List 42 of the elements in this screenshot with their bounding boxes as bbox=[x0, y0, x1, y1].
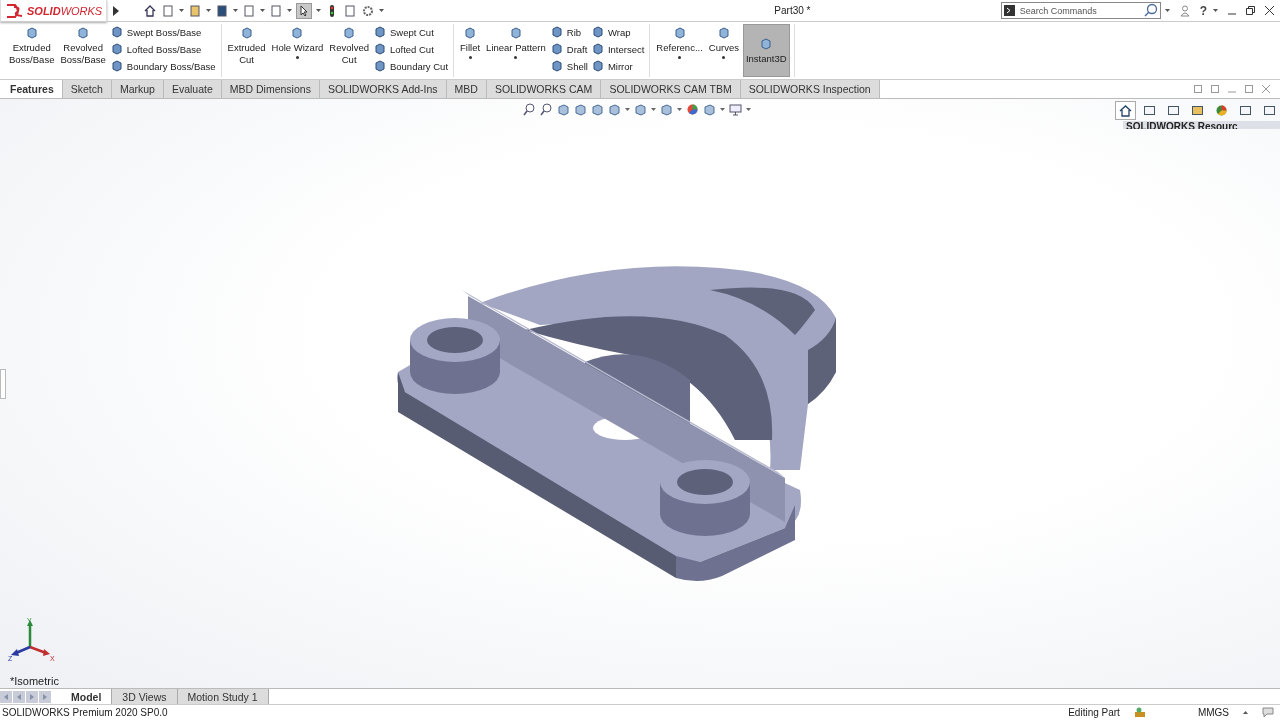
ribbon-command[interactable]: Mirror bbox=[590, 58, 646, 74]
command-tab[interactable]: Evaluate bbox=[163, 80, 222, 98]
status-text: SOLIDWORKS Premium 2020 SP0.0 bbox=[2, 707, 168, 718]
ribbon-command[interactable]: Intersect bbox=[590, 41, 646, 57]
ribbon-command[interactable]: Revolved Cut bbox=[327, 24, 371, 77]
command-tab[interactable]: SOLIDWORKS CAM TBM bbox=[601, 80, 741, 98]
ribbon-command[interactable]: Rib bbox=[549, 24, 589, 40]
ribbon-command[interactable]: Referenc... bbox=[654, 24, 705, 77]
command-tab[interactable]: MBD Dimensions bbox=[221, 80, 320, 98]
ribbon-command[interactable]: Boundary Cut bbox=[372, 58, 450, 74]
command-tab[interactable]: Markup bbox=[111, 80, 164, 98]
status-text: Editing Part bbox=[1068, 707, 1120, 718]
ribbon-command[interactable]: Lofted Boss/Base bbox=[109, 41, 217, 57]
ribbon-command[interactable]: Draft bbox=[549, 41, 589, 57]
ribbon-command[interactable]: Wrap bbox=[590, 24, 646, 40]
model-tab[interactable]: 3D Views bbox=[112, 689, 178, 704]
command-tab[interactable]: SOLIDWORKS Inspection bbox=[740, 80, 880, 98]
command-tab[interactable]: SOLIDWORKS CAM bbox=[486, 80, 602, 98]
ribbon-command[interactable]: Boundary Boss/Base bbox=[109, 58, 217, 74]
ribbon-command[interactable]: Instant3D bbox=[742, 24, 790, 77]
model-tab[interactable]: Motion Study 1 bbox=[177, 689, 269, 704]
window-title: Part30 * bbox=[773, 5, 812, 16]
ribbon-command[interactable]: Extruded Boss/Base bbox=[7, 24, 57, 77]
command-tab[interactable]: Sketch bbox=[62, 80, 112, 98]
unit-system[interactable]: MMGS bbox=[1197, 707, 1229, 718]
logo[interactable]: SOLIDWORKS bbox=[0, 0, 108, 22]
ribbon-command[interactable]: Lofted Cut bbox=[372, 41, 450, 57]
ribbon-command[interactable]: Revolved Boss/Base bbox=[58, 24, 108, 77]
ribbon-command[interactable]: Curves bbox=[706, 24, 741, 77]
help-button[interactable]: ? bbox=[1197, 3, 1209, 18]
search-field[interactable]: Search Commands bbox=[1000, 2, 1161, 19]
command-tab[interactable]: SOLIDWORKS Add-Ins bbox=[319, 80, 447, 98]
view-label: *Isometric bbox=[10, 675, 59, 687]
ribbon-command[interactable]: Hole Wizard bbox=[269, 24, 326, 77]
command-tab[interactable]: MBD bbox=[446, 80, 487, 98]
logo-text: SOLIDWORKS bbox=[27, 4, 103, 17]
ribbon-command[interactable]: Shell bbox=[549, 58, 589, 74]
ribbon-command[interactable]: Swept Cut bbox=[372, 24, 450, 40]
ribbon-command[interactable]: Extruded Cut bbox=[225, 24, 268, 77]
ribbon-command[interactable]: Fillet bbox=[458, 24, 483, 77]
ribbon-command[interactable]: Linear Pattern bbox=[484, 24, 548, 77]
ribbon-command[interactable]: Swept Boss/Base bbox=[109, 24, 217, 40]
